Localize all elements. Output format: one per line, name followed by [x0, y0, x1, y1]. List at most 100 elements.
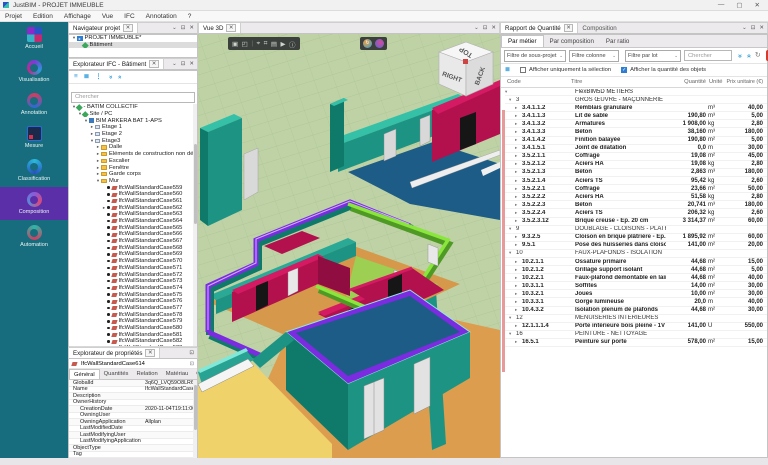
refresh-icon[interactable]: ↻ — [755, 51, 761, 61]
ifc-tree-item[interactable]: IfcWallStandardCase565 — [69, 224, 197, 231]
ifc-tree-item[interactable]: ▾Mur — [69, 178, 197, 185]
ifc-tree-item[interactable]: IfcWallStandardCase569 — [69, 251, 197, 258]
report-row[interactable]: ▸9.3.2.5Cloison en brique plâtrière - Ep… — [505, 234, 767, 242]
ifc-tree-item[interactable]: ▸Dalle — [69, 144, 197, 151]
option-afficher-uniquement-la-s-lection[interactable]: Afficher uniquement la sélection — [520, 67, 611, 73]
chevron-open-icon[interactable]: ▾ — [509, 226, 514, 232]
report-row[interactable]: ▸3.5.2.2.1Coffrage23,66m²50,00 — [505, 185, 767, 193]
ifc-tree-item[interactable]: IfcWallStandardCase573 — [69, 278, 197, 285]
ifc-tree-item[interactable]: IfcWallStandardCase581 — [69, 331, 197, 338]
ifc-tree-item[interactable]: IfcWallStandardCase568 — [69, 244, 197, 251]
report-row[interactable]: ▸3.5.2.1.2Aciers HA19,08kg2,80 — [505, 161, 767, 169]
filter-column-select[interactable]: Filtre colonne⌄ — [569, 50, 619, 62]
chevron-closed-icon[interactable]: ▸ — [515, 186, 520, 192]
filter-subproject-select[interactable]: Filtre de sous-projet⌄ — [504, 50, 566, 62]
report-row[interactable]: ▸10.3.3.1Gorge lumineuse20,0m40,00 — [505, 298, 767, 306]
ifc-tree-item[interactable]: ▸Escalier — [69, 158, 197, 165]
chevron-closed-icon[interactable]: ▸ — [515, 145, 520, 151]
close-tab-icon[interactable]: ✕ — [145, 349, 155, 357]
tab-navigateur-projet[interactable]: Navigateur projet ✕ — [69, 23, 138, 33]
menu-item-item[interactable]: ? — [188, 13, 192, 20]
ifc-tree-item[interactable]: ▸Fenêtre — [69, 164, 197, 171]
chevron-closed-icon[interactable]: ▸ — [515, 137, 520, 143]
close-button[interactable]: ✕ — [755, 1, 760, 9]
close-panel-icon[interactable]: ✕ — [189, 25, 194, 31]
report-row[interactable]: ▸10.2.1.1Ossature primaire44,68m²15,00 — [505, 258, 767, 266]
orbit-icon[interactable]: ↻ — [363, 39, 372, 48]
ifc-tree-item[interactable]: IfcWallStandardCase564 — [69, 218, 197, 225]
ifc-tree-item[interactable]: IfcWallStandardCase570 — [69, 258, 197, 265]
report-row[interactable]: ▸3.4.1.5.1Joint de dilatation0,0m30,00 — [505, 145, 767, 153]
chevron-closed-icon[interactable]: ▸ — [515, 339, 520, 345]
ifc-tree-item[interactable]: ▸IfcWallStandardCase562 — [69, 204, 197, 211]
dock-float-icon[interactable]: ⊡ — [751, 25, 756, 31]
chevron-closed-icon[interactable]: ▸ — [515, 178, 520, 184]
sidebar-item-mesure[interactable]: Mesure — [0, 121, 68, 154]
report-row[interactable]: ▸10.3.1.1Soffites14,00m²30,00 — [505, 282, 767, 290]
chevron-closed-icon[interactable]: ▸ — [515, 291, 520, 297]
report-row[interactable]: ▸10.2.2.1Faux-plafond démontable en lain… — [505, 274, 767, 282]
report-row[interactable]: ▸3.4.1.1.3Lit de sable190,80m³5,00 — [505, 112, 767, 120]
sidebar-item-classification[interactable]: Classification — [0, 154, 68, 187]
report-row[interactable]: ▸3.5.2.3.12Brique creuse - Ep. 20 cm3 31… — [505, 218, 767, 226]
chevron-closed-icon[interactable]: ▸ — [515, 161, 520, 167]
ifc-tree-item[interactable]: IfcWallStandardCase580 — [69, 325, 197, 332]
report-row[interactable]: ▾3GROS ŒUVRE - MAÇONNERIE — [505, 96, 767, 104]
expand-all-icon[interactable]: « — [743, 54, 753, 58]
chevron-closed-icon[interactable]: ▸ — [515, 202, 520, 208]
ifc-tree-item[interactable]: IfcWallStandardCase574 — [69, 285, 197, 292]
subtab-par-ratio[interactable]: Par ratio — [600, 35, 635, 47]
chevron-closed-icon[interactable]: ▸ — [515, 242, 520, 248]
ifc-tree-item[interactable]: IfcWallStandardCase571 — [69, 265, 197, 272]
shading-icon[interactable] — [375, 39, 384, 48]
report-scrollbar[interactable] — [502, 110, 505, 372]
minimize-button[interactable]: — — [718, 1, 725, 9]
report-row[interactable]: ▸3.4.1.3.3Béton38,160m³180,00 — [505, 128, 767, 136]
chevron-closed-icon[interactable]: ▸ — [515, 323, 520, 329]
chevron-open-icon[interactable]: ▾ — [509, 331, 514, 337]
prop-tab-mat-riau[interactable]: Matériau — [162, 369, 193, 379]
chevron-closed-icon[interactable]: ▸ — [515, 218, 520, 224]
chevron-closed-icon[interactable]: ▸ — [515, 283, 520, 289]
info-icon[interactable]: ⓘ — [289, 39, 296, 49]
report-row[interactable]: ▾FlexBIM5D METIERS — [505, 88, 767, 96]
ifc-tree-item[interactable]: IfcWallStandardCase578 — [69, 311, 197, 318]
report-row[interactable]: ▸3.5.2.1.3Béton2,863m³180,00 — [505, 169, 767, 177]
close-tab-icon[interactable]: ✕ — [123, 24, 133, 32]
viewport-3d[interactable]: ▣◰|⌖⌗▤▶ⓘ ↻ TOP RIGHT BACK — [198, 22, 500, 458]
ifc-tree-item[interactable]: ▾- BATIM COLLECTIF — [69, 104, 197, 111]
menu-item-edition[interactable]: Edition — [33, 13, 53, 20]
pin-icon[interactable]: ⊡ — [190, 361, 197, 367]
tab-explorateur-proprietes[interactable]: Explorateur de propriétés ✕ — [69, 348, 160, 358]
close-panel-icon[interactable]: ✕ — [189, 61, 194, 67]
option-afficher-la-quantit-des-objets[interactable]: ✓Afficher la quantité des objets — [621, 67, 706, 73]
chevron-closed-icon[interactable]: ▸ — [515, 267, 520, 273]
ifc-tree-item[interactable]: ▾Site / PC — [69, 111, 197, 118]
hierarchy-flat-icon[interactable]: ⋮ — [95, 72, 102, 82]
dock-menu-icon[interactable]: ⌄ — [742, 25, 747, 31]
dock-float-icon[interactable]: ⊡ — [181, 61, 186, 67]
project-tree-item[interactable]: ▾▸PROJET IMMEUBLE* — [69, 35, 197, 42]
report-row[interactable]: ▸10.4.3.2Isolation plenum de plafonds44,… — [505, 307, 767, 315]
sidebar-item-composition[interactable]: Composition — [0, 187, 68, 220]
chevron-closed-icon[interactable]: ▸ — [515, 234, 520, 240]
dock-float-icon[interactable]: ⊡ — [189, 350, 194, 356]
sidebar-item-annotation[interactable]: Annotation — [0, 88, 68, 121]
chevron-closed-icon[interactable]: ▸ — [515, 153, 520, 159]
ifc-tree-item[interactable]: ▾Etage3 — [69, 137, 197, 144]
ifc-search-input[interactable] — [71, 92, 195, 103]
ifc-tree-item[interactable]: IfcWallStandardCase563 — [69, 211, 197, 218]
ifc-tree-item[interactable]: ▸Éléments de construction non définis — [69, 151, 197, 158]
menu-item-ifc[interactable]: IFC — [124, 13, 134, 20]
prop-tab-g-n-ral[interactable]: Général — [69, 369, 100, 379]
navigation-cube[interactable]: TOP RIGHT BACK — [437, 40, 495, 110]
chevron-closed-icon[interactable]: ▸ — [515, 169, 520, 175]
report-row[interactable]: ▾16PEINTURE - NETTOYAGE — [505, 331, 767, 339]
chevron-closed-icon[interactable]: ▸ — [515, 113, 520, 119]
report-row[interactable]: ▸12.1.1.1.4Porte intérieure bois pleine … — [505, 323, 767, 331]
ifc-tree-item[interactable]: IfcWallStandardCase559 — [69, 184, 197, 191]
walls-icon[interactable]: ◰ — [242, 40, 248, 48]
checkbox-icon[interactable] — [520, 67, 526, 73]
subtab-par-m-tier[interactable]: Par métier — [501, 35, 544, 47]
prop-tab-relation[interactable]: Relation — [132, 369, 161, 379]
